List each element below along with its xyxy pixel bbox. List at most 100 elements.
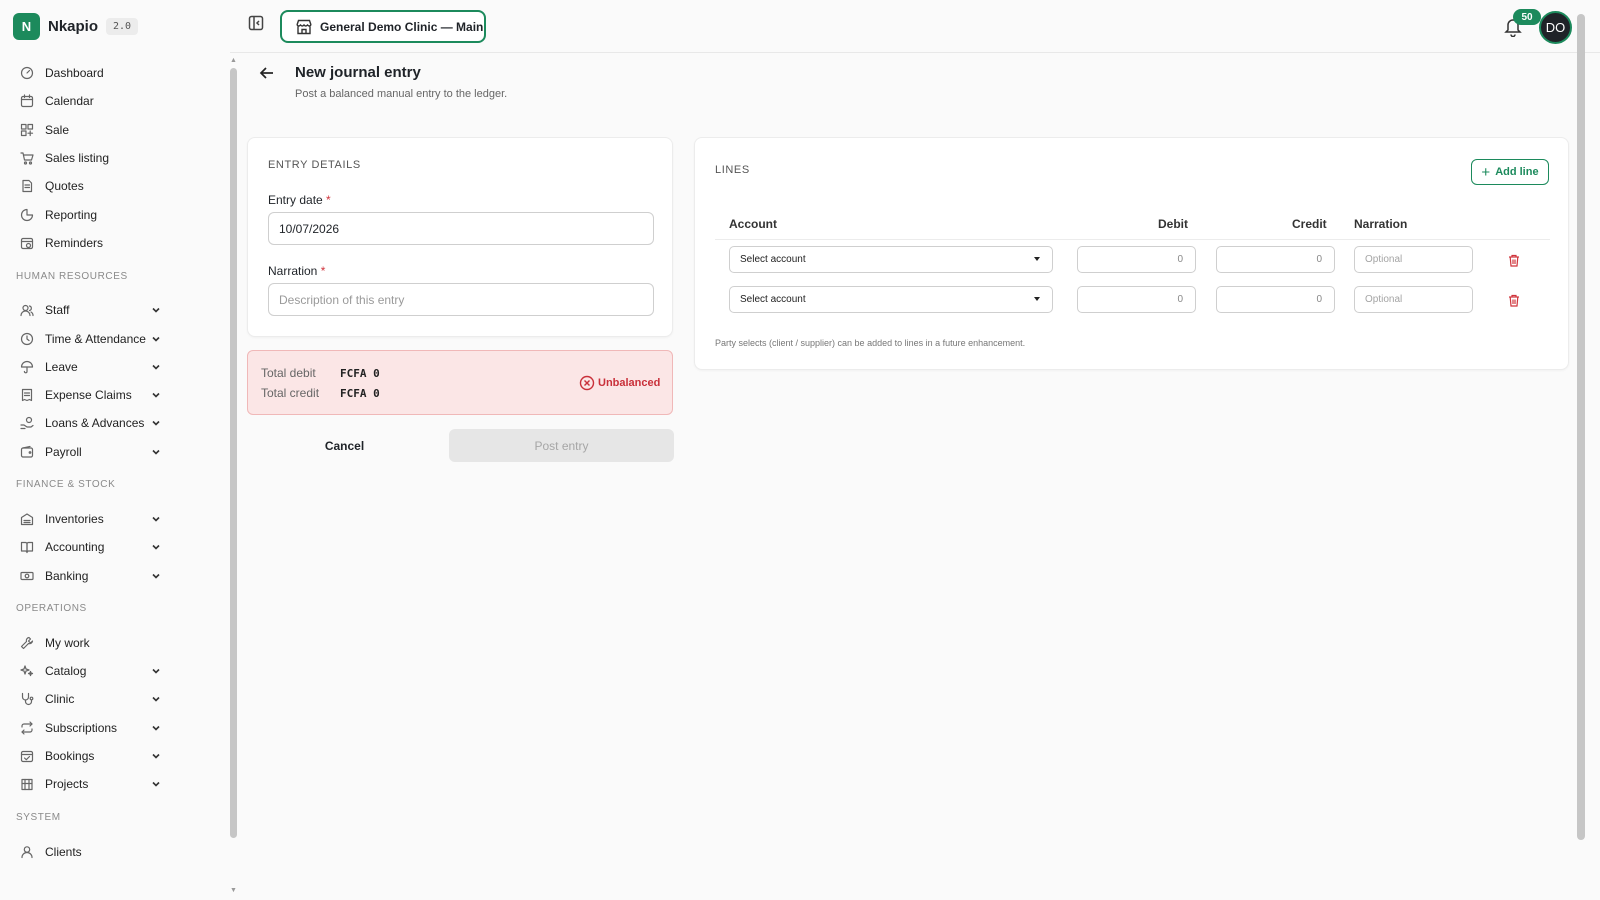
unbalanced-status: Unbalanced <box>579 375 660 391</box>
sidebar-item-bookings[interactable]: Bookings <box>0 742 230 770</box>
chevron-down-icon[interactable] <box>150 541 162 553</box>
trash-icon[interactable] <box>1507 293 1521 307</box>
hand-coin-icon <box>19 415 35 431</box>
brand[interactable]: N Nkapio 2.0 <box>13 12 139 40</box>
account-select-value: Select account <box>740 254 806 265</box>
chevron-down-icon[interactable] <box>150 446 162 458</box>
clock-icon <box>19 331 35 347</box>
chevron-down-icon[interactable] <box>150 693 162 705</box>
lines-footnote: Party selects (client / supplier) can be… <box>715 338 1026 348</box>
main-scrollbar[interactable] <box>1577 14 1585 840</box>
sidebar-item-label: Reminders <box>45 235 104 250</box>
narration-input[interactable] <box>268 283 654 316</box>
chevron-down-icon[interactable] <box>150 417 162 429</box>
sidebar-item-subscriptions[interactable]: Subscriptions <box>0 714 230 742</box>
entry-date-input[interactable] <box>268 212 654 245</box>
building-icon <box>19 776 35 792</box>
sidebar-item-clinic[interactable]: Clinic <box>0 685 230 713</box>
trash-icon[interactable] <box>1507 253 1521 267</box>
sidebar-nav: Dashboard Calendar Sale Sales listing Quotes… <box>0 59 230 866</box>
sidebar-scrollbar[interactable] <box>230 68 237 838</box>
debit-input[interactable] <box>1077 286 1196 313</box>
account-select-value: Select account <box>740 294 806 305</box>
sidebar-item-quotes[interactable]: Quotes <box>0 172 230 200</box>
sidebar-item-label: Sale <box>45 122 70 137</box>
add-line-button[interactable]: + Add line <box>1471 159 1549 185</box>
credit-input[interactable] <box>1216 246 1335 273</box>
sidebar-item-staff[interactable]: Staff <box>0 296 230 324</box>
sidebar-item-inventories[interactable]: Inventories <box>0 505 230 533</box>
user-icon <box>19 844 35 860</box>
sidebar-item-catalog[interactable]: Catalog <box>0 657 230 685</box>
post-entry-button[interactable]: Post entry <box>449 429 674 462</box>
sidebar-item-banking[interactable]: Banking <box>0 561 230 589</box>
lines-card: LINES + Add line Account Debit Credit Na… <box>694 137 1569 370</box>
banknote-icon <box>19 568 35 584</box>
credit-input[interactable] <box>1216 286 1335 313</box>
users-icon <box>19 302 35 318</box>
sidebar-item-label: Clients <box>45 844 82 859</box>
sidebar-item-payroll[interactable]: Payroll <box>0 438 230 466</box>
chevron-down-icon[interactable] <box>150 389 162 401</box>
sidebar-item-reporting[interactable]: Reporting <box>0 200 230 228</box>
receipt-icon <box>19 387 35 403</box>
sidebar-toggle-icon[interactable] <box>247 14 265 32</box>
cancel-button[interactable]: Cancel <box>247 429 442 462</box>
book-icon <box>19 539 35 555</box>
sidebar-item-label: Loans & Advances <box>45 416 145 431</box>
sidebar-item-label: Sales listing <box>45 151 110 166</box>
chevron-down-icon[interactable] <box>150 333 162 345</box>
caret-down-icon <box>1034 297 1040 301</box>
sidebar-item-accounting[interactable]: Accounting <box>0 533 230 561</box>
lines-heading: LINES <box>715 164 750 176</box>
chevron-down-icon[interactable] <box>150 570 162 582</box>
sidebar-item-label: Catalog <box>45 664 87 679</box>
sidebar-item-label: Dashboard <box>45 66 104 81</box>
user-avatar[interactable]: DO <box>1539 11 1572 44</box>
sidebar-item-dashboard[interactable]: Dashboard <box>0 59 230 87</box>
sidebar-item-label: Staff <box>45 303 70 318</box>
chevron-down-icon[interactable] <box>150 665 162 677</box>
brand-name: Nkapio <box>48 17 99 35</box>
sidebar-item-calendar[interactable]: Calendar <box>0 87 230 115</box>
scroll-down-arrow[interactable]: ▼ <box>229 887 238 894</box>
totals-summary: Total debit FCFA 0 Total credit FCFA 0 U… <box>247 350 673 415</box>
sidebar-item-clients[interactable]: Clients <box>0 838 230 866</box>
sidebar-item-label: Expense Claims <box>45 388 132 403</box>
clinic-selector-button[interactable]: General Demo Clinic — Main <box>280 10 486 43</box>
sale-icon <box>19 122 35 138</box>
sidebar-item-sales-listing[interactable]: Sales listing <box>0 144 230 172</box>
chevron-down-icon[interactable] <box>150 513 162 525</box>
sidebar-item-label: My work <box>45 635 90 650</box>
chevron-down-icon[interactable] <box>150 778 162 790</box>
sidebar-item-my-work[interactable]: My work <box>0 629 230 657</box>
sidebar-item-time-and-attendance[interactable]: Time & Attendance <box>0 324 230 352</box>
account-select[interactable]: Select account <box>729 246 1053 273</box>
sidebar-item-label: Leave <box>45 359 78 374</box>
warehouse-icon <box>19 511 35 527</box>
chevron-down-icon[interactable] <box>150 722 162 734</box>
sidebar-item-leave[interactable]: Leave <box>0 353 230 381</box>
store-icon <box>295 19 313 35</box>
sidebar-item-expense-claims[interactable]: Expense Claims <box>0 381 230 409</box>
calendar-check-icon <box>19 748 35 764</box>
total-debit-label: Total debit <box>261 366 316 380</box>
line-narration-input[interactable] <box>1354 286 1473 313</box>
sidebar-item-reminders[interactable]: Reminders <box>0 229 230 257</box>
debit-input[interactable] <box>1077 246 1196 273</box>
line-narration-input[interactable] <box>1354 246 1473 273</box>
total-credit-label: Total credit <box>261 386 320 400</box>
plus-icon: + <box>1481 163 1491 181</box>
account-select[interactable]: Select account <box>729 286 1053 313</box>
sidebar-item-sale[interactable]: Sale <box>0 116 230 144</box>
chevron-down-icon[interactable] <box>150 361 162 373</box>
wrench-icon <box>19 635 35 651</box>
chevron-down-icon[interactable] <box>150 750 162 762</box>
back-arrow-icon[interactable] <box>258 64 276 82</box>
sidebar-item-loans-and-advances[interactable]: Loans & Advances <box>0 409 230 437</box>
sidebar-item-projects[interactable]: Projects <box>0 770 230 798</box>
umbrella-icon <box>19 359 35 375</box>
scroll-up-arrow[interactable]: ▲ <box>229 57 238 64</box>
chevron-down-icon[interactable] <box>150 304 162 316</box>
cart-icon <box>19 150 35 166</box>
